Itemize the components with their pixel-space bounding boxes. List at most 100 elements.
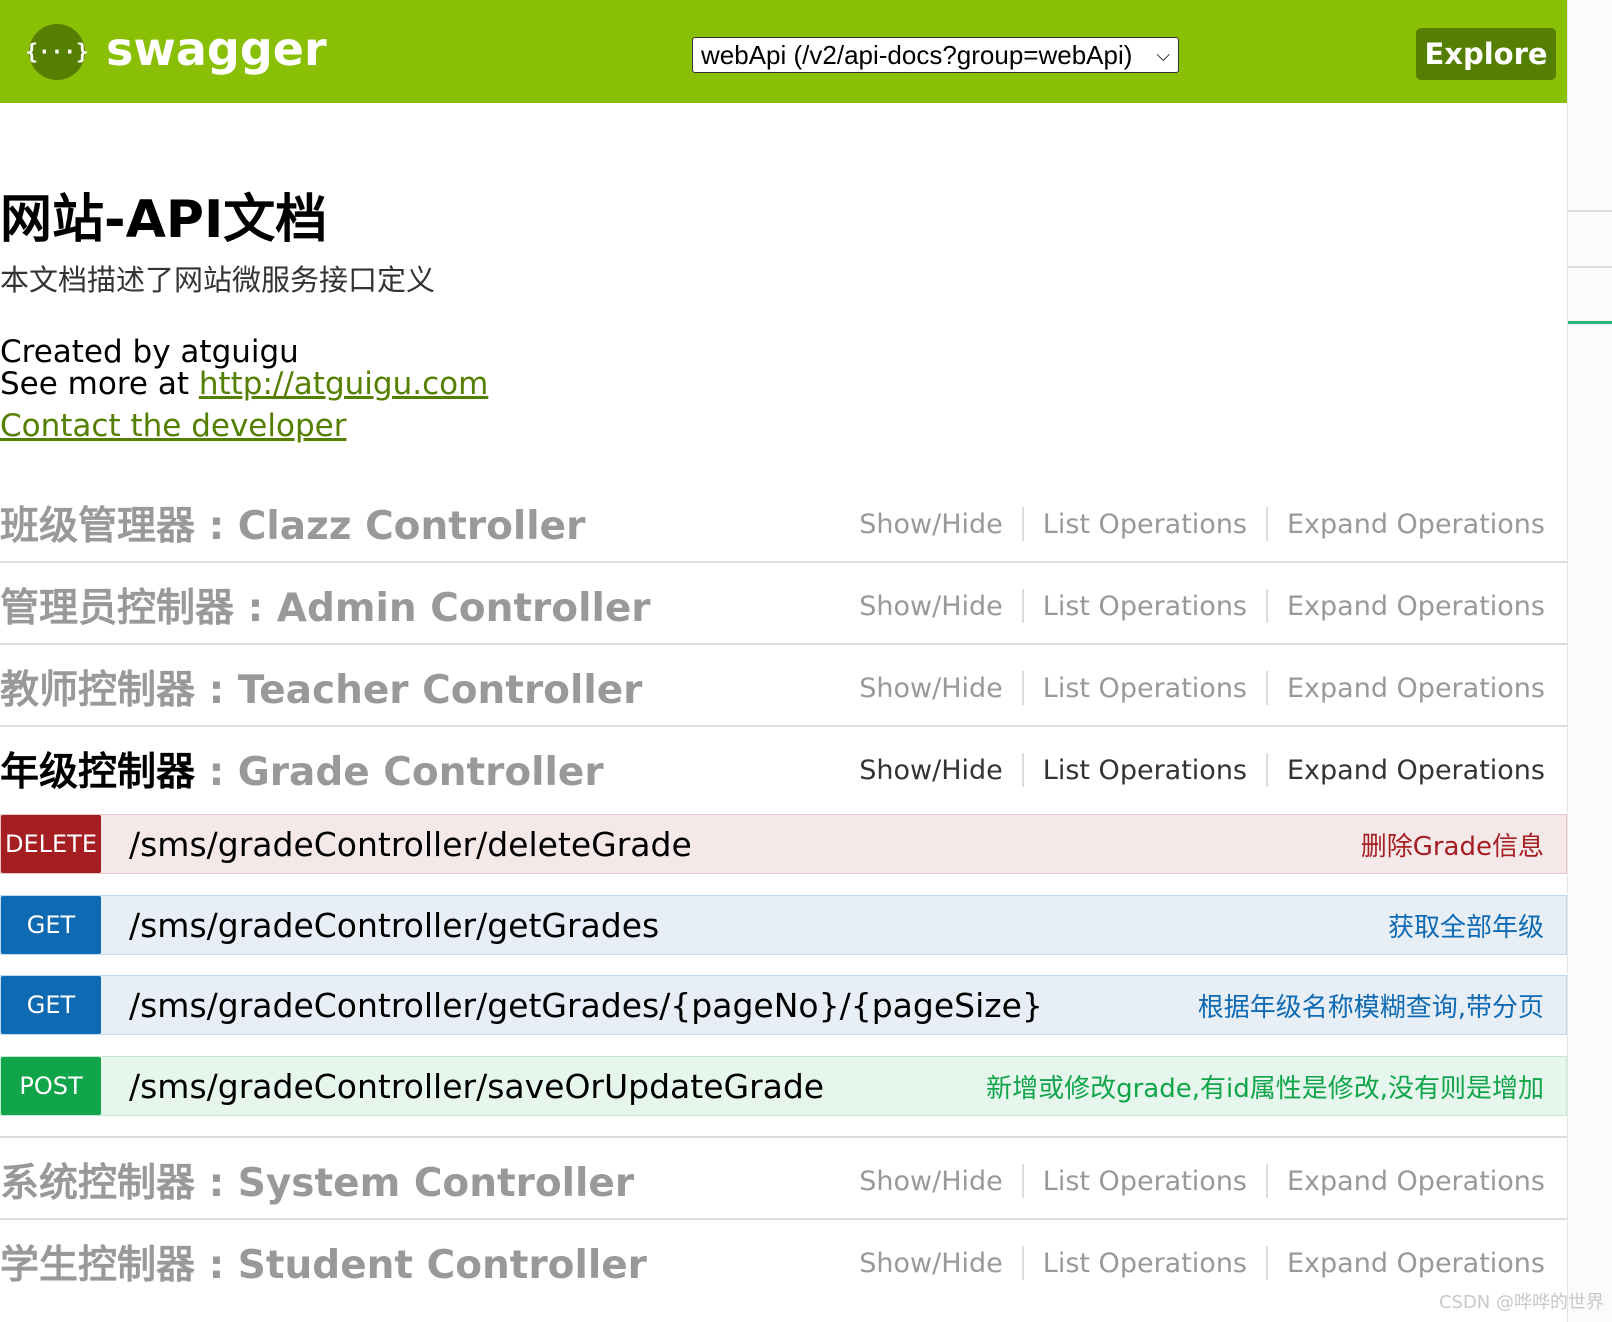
http-method-badge[interactable]: GET bbox=[1, 896, 101, 954]
swagger-logo-text[interactable]: swagger bbox=[106, 22, 327, 76]
swagger-logo-icon[interactable]: {···} bbox=[25, 24, 89, 80]
resource-title-en: System Controller bbox=[237, 1161, 635, 1206]
resource-title-en: Student Controller bbox=[237, 1243, 647, 1288]
divider bbox=[1266, 671, 1268, 705]
resource-system-controller: 系统控制器 : System Controller Show/Hide List… bbox=[0, 1138, 1567, 1220]
resource-title-sep: : bbox=[195, 750, 238, 795]
resource-title-zh: 教师控制器 bbox=[0, 668, 196, 713]
resource-title-zh: 学生控制器 bbox=[0, 1243, 196, 1288]
resource-title[interactable]: 系统控制器 : System Controller bbox=[0, 1152, 634, 1208]
show-hide-link[interactable]: Show/Hide bbox=[859, 591, 1003, 622]
resource-title-sep: : bbox=[195, 668, 238, 713]
expand-operations-link[interactable]: Expand Operations bbox=[1287, 1166, 1545, 1197]
resource-title-en: Grade Controller bbox=[237, 750, 604, 795]
side-panel-edge bbox=[1567, 0, 1612, 1322]
resource-admin-controller: 管理员控制器 : Admin Controller Show/Hide List… bbox=[0, 563, 1567, 645]
divider bbox=[1021, 671, 1024, 705]
divider bbox=[1266, 1246, 1268, 1280]
resource-title-sep: : bbox=[234, 586, 277, 631]
divider bbox=[1266, 507, 1268, 541]
expand-operations-link[interactable]: Expand Operations bbox=[1287, 755, 1545, 786]
list-operations-link[interactable]: List Operations bbox=[1043, 509, 1247, 540]
resource-title-zh: 系统控制器 bbox=[0, 1161, 196, 1206]
operation-delete-grade[interactable]: DELETE /sms/gradeController/deleteGrade … bbox=[0, 814, 1567, 874]
operation-summary[interactable]: 获取全部年级 bbox=[1388, 907, 1544, 944]
resource-actions: Show/Hide List Operations Expand Operati… bbox=[859, 671, 1545, 705]
resource-title-zh: 年级控制器 bbox=[0, 750, 196, 795]
divider bbox=[1021, 1164, 1024, 1198]
page-description: 本文档描述了网站微服务接口定义 bbox=[0, 263, 436, 297]
resource-title-en: Teacher Controller bbox=[237, 668, 643, 713]
http-method-badge[interactable]: DELETE bbox=[1, 815, 101, 873]
resource-title[interactable]: 管理员控制器 : Admin Controller bbox=[0, 577, 651, 633]
show-hide-link[interactable]: Show/Hide bbox=[859, 509, 1003, 540]
list-operations-link[interactable]: List Operations bbox=[1043, 673, 1247, 704]
contact-developer-link[interactable]: Contact the developer bbox=[0, 408, 346, 444]
expand-operations-link[interactable]: Expand Operations bbox=[1287, 673, 1545, 704]
api-selector-value: webApi (/v2/api-docs?group=webApi) bbox=[701, 39, 1133, 70]
expand-operations-link[interactable]: Expand Operations bbox=[1287, 1248, 1545, 1279]
resource-title-en: Admin Controller bbox=[276, 586, 651, 631]
http-method-badge[interactable]: POST bbox=[1, 1057, 101, 1115]
divider bbox=[1021, 753, 1024, 787]
resource-actions: Show/Hide List Operations Expand Operati… bbox=[859, 1164, 1545, 1198]
operation-save-or-update-grade[interactable]: POST /sms/gradeController/saveOrUpdateGr… bbox=[0, 1056, 1567, 1116]
show-hide-link[interactable]: Show/Hide bbox=[859, 673, 1003, 704]
show-hide-link[interactable]: Show/Hide bbox=[859, 1248, 1003, 1279]
divider bbox=[1021, 589, 1024, 623]
operation-summary[interactable]: 根据年级名称模糊查询,带分页 bbox=[1198, 987, 1544, 1024]
divider bbox=[1266, 589, 1268, 623]
resource-student-controller: 学生控制器 : Student Controller Show/Hide Lis… bbox=[0, 1220, 1567, 1302]
operation-path[interactable]: /sms/gradeController/getGrades bbox=[129, 906, 1388, 945]
divider bbox=[1021, 507, 1024, 541]
divider bbox=[1021, 1246, 1024, 1280]
chevron-down-icon: ⌵ bbox=[1156, 44, 1170, 65]
resource-title-sep: : bbox=[195, 1243, 238, 1288]
resource-actions: Show/Hide List Operations Expand Operati… bbox=[859, 589, 1545, 623]
resource-title-sep: : bbox=[195, 504, 238, 549]
resource-title-zh: 班级管理器 bbox=[0, 504, 196, 549]
divider bbox=[1266, 753, 1268, 787]
resource-actions: Show/Hide List Operations Expand Operati… bbox=[859, 507, 1545, 541]
divider bbox=[1568, 321, 1612, 324]
operation-path[interactable]: /sms/gradeController/saveOrUpdateGrade bbox=[129, 1067, 986, 1106]
divider bbox=[1266, 1164, 1268, 1198]
page-title: 网站-API文档 bbox=[0, 190, 328, 250]
operation-path[interactable]: /sms/gradeController/deleteGrade bbox=[129, 825, 1361, 864]
resource-actions: Show/Hide List Operations Expand Operati… bbox=[859, 753, 1545, 787]
operation-path[interactable]: /sms/gradeController/getGrades/{pageNo}/… bbox=[129, 986, 1198, 1025]
list-operations-link[interactable]: List Operations bbox=[1043, 591, 1247, 622]
divider bbox=[1568, 266, 1612, 268]
operation-summary[interactable]: 新增或修改grade,有id属性是修改,没有则是增加 bbox=[986, 1068, 1544, 1105]
list-operations-link[interactable]: List Operations bbox=[1043, 1166, 1247, 1197]
resource-title[interactable]: 班级管理器 : Clazz Controller bbox=[0, 495, 585, 551]
resource-title-zh: 管理员控制器 bbox=[0, 586, 235, 631]
explore-button[interactable]: Explore bbox=[1416, 28, 1556, 80]
resource-teacher-controller: 教师控制器 : Teacher Controller Show/Hide Lis… bbox=[0, 645, 1567, 727]
operation-get-grades-paged[interactable]: GET /sms/gradeController/getGrades/{page… bbox=[0, 975, 1567, 1035]
see-more-prefix: See more at bbox=[0, 366, 199, 402]
watermark-text: CSDN @哗哗的世界 bbox=[1438, 1292, 1604, 1313]
resource-title[interactable]: 学生控制器 : Student Controller bbox=[0, 1234, 647, 1290]
list-operations-link[interactable]: List Operations bbox=[1043, 1248, 1247, 1279]
resource-title-en: Clazz Controller bbox=[237, 504, 586, 549]
resource-title-sep: : bbox=[195, 1161, 238, 1206]
http-method-badge[interactable]: GET bbox=[1, 976, 101, 1034]
resource-actions: Show/Hide List Operations Expand Operati… bbox=[859, 1246, 1545, 1280]
created-by-text: Created by atguigu bbox=[0, 334, 299, 370]
resource-clazz-controller: 班级管理器 : Clazz Controller Show/Hide List … bbox=[0, 481, 1567, 563]
divider bbox=[1568, 210, 1612, 212]
see-more-line: See more at http://atguigu.com bbox=[0, 366, 488, 402]
resource-title[interactable]: 教师控制器 : Teacher Controller bbox=[0, 659, 642, 715]
list-operations-link[interactable]: List Operations bbox=[1043, 755, 1247, 786]
expand-operations-link[interactable]: Expand Operations bbox=[1287, 509, 1545, 540]
expand-operations-link[interactable]: Expand Operations bbox=[1287, 591, 1545, 622]
operation-summary[interactable]: 删除Grade信息 bbox=[1361, 826, 1544, 863]
website-link[interactable]: http://atguigu.com bbox=[199, 366, 488, 402]
show-hide-link[interactable]: Show/Hide bbox=[859, 755, 1003, 786]
resource-title[interactable]: 年级控制器 : Grade Controller bbox=[0, 741, 604, 797]
api-selector[interactable]: webApi (/v2/api-docs?group=webApi) ⌵ bbox=[692, 37, 1179, 73]
operation-get-grades[interactable]: GET /sms/gradeController/getGrades 获取全部年… bbox=[0, 895, 1567, 955]
resource-grade-controller: 年级控制器 : Grade Controller Show/Hide List … bbox=[0, 727, 1567, 809]
show-hide-link[interactable]: Show/Hide bbox=[859, 1166, 1003, 1197]
